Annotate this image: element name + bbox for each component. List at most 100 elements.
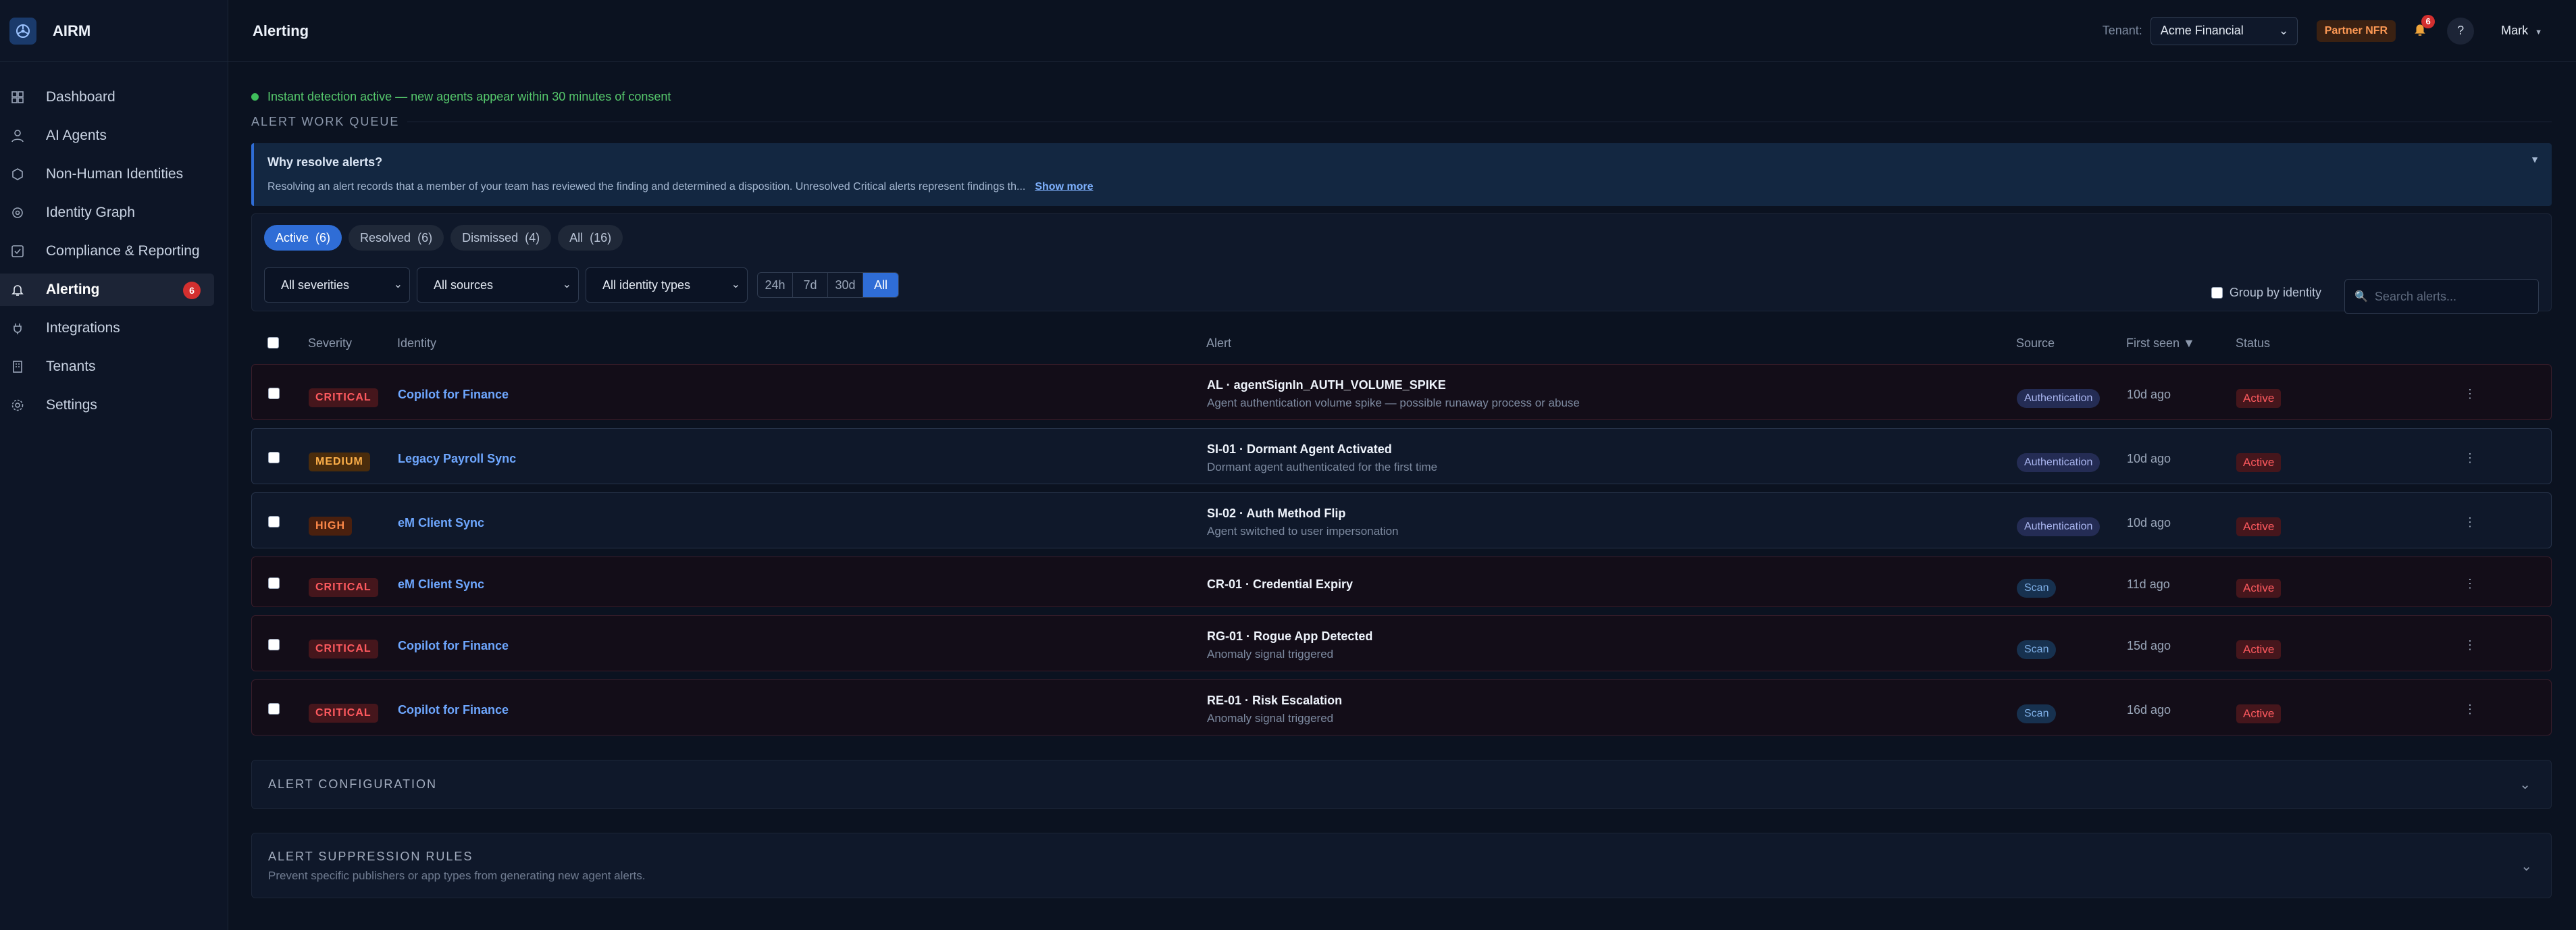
select-all-checkbox[interactable] bbox=[267, 337, 279, 348]
identity-link[interactable]: Copilot for Finance bbox=[398, 388, 509, 402]
identity-link[interactable]: eM Client Sync bbox=[398, 577, 484, 592]
tab-active[interactable]: Active (6) bbox=[264, 225, 342, 251]
tenant-select[interactable]: Acme Financial ⌄ bbox=[2150, 16, 2298, 45]
row-checkbox[interactable] bbox=[268, 388, 280, 399]
why-text: Resolving an alert records that a member… bbox=[267, 181, 2552, 193]
identity-type-select[interactable]: All identity types ⌄ bbox=[586, 267, 748, 303]
row-menu-icon[interactable]: ⋮ bbox=[2464, 387, 2476, 401]
alert-cell: CR-01 · Credential Expiry bbox=[1207, 577, 1353, 592]
notifications-button[interactable]: 6 bbox=[2409, 14, 2436, 42]
sidebar-item-label: Identity Graph bbox=[46, 205, 135, 220]
status-badge: Active bbox=[2236, 453, 2282, 472]
range-30d-button[interactable]: 30d bbox=[828, 273, 863, 297]
brand: AIRM bbox=[0, 0, 228, 62]
header-status[interactable]: Status bbox=[2236, 336, 2270, 351]
group-by-identity[interactable]: Group by identity bbox=[2211, 286, 2321, 300]
table-row[interactable]: MEDIUM Legacy Payroll Sync SI-01 · Dorma… bbox=[251, 428, 2552, 484]
row-menu-icon[interactable]: ⋮ bbox=[2464, 702, 2476, 717]
header-first-seen[interactable]: First seen ▼ bbox=[2126, 336, 2195, 351]
table-row[interactable]: CRITICAL eM Client Sync CR-01 · Credenti… bbox=[251, 557, 2552, 607]
show-more-link[interactable]: Show more bbox=[1035, 181, 1093, 192]
severity-badge: CRITICAL bbox=[309, 704, 378, 723]
checklist-icon bbox=[9, 243, 26, 259]
identity-link[interactable]: Legacy Payroll Sync bbox=[398, 452, 516, 466]
group-by-checkbox[interactable] bbox=[2211, 287, 2223, 299]
alert-cell: SI-01 · Dormant Agent Activated Dormant … bbox=[1207, 442, 1437, 474]
person-icon bbox=[9, 128, 26, 144]
status-badge: Active bbox=[2236, 579, 2282, 598]
severity-select[interactable]: All severities ⌄ bbox=[264, 267, 410, 303]
source-select[interactable]: All sources ⌄ bbox=[417, 267, 579, 303]
sidebar-item-label: Settings bbox=[46, 397, 97, 413]
status-badge: Active bbox=[2236, 389, 2282, 408]
table-row[interactable]: CRITICAL Copilot for Finance RG-01 · Rog… bbox=[251, 615, 2552, 671]
sidebar-item-tenants[interactable]: Tenants bbox=[0, 351, 214, 383]
row-checkbox[interactable] bbox=[268, 703, 280, 715]
tenant-value: Acme Financial bbox=[2160, 24, 2244, 37]
severity-badge: HIGH bbox=[309, 517, 352, 536]
sidebar-item-dashboard[interactable]: Dashboard bbox=[0, 81, 214, 113]
row-menu-icon[interactable]: ⋮ bbox=[2464, 638, 2476, 652]
row-checkbox[interactable] bbox=[268, 452, 280, 463]
topbar: Alerting Tenant: Acme Financial ⌄ Partne… bbox=[228, 0, 2576, 62]
page-title: Alerting bbox=[253, 22, 309, 39]
table-row[interactable]: CRITICAL Copilot for Finance RE-01 · Ris… bbox=[251, 679, 2552, 735]
alert-description: Agent authentication volume spike — poss… bbox=[1207, 396, 1580, 409]
tab-count: (6) bbox=[417, 230, 433, 244]
why-resolve-callout[interactable]: Why resolve alerts? Resolving an alert r… bbox=[251, 143, 2552, 206]
table-row[interactable]: HIGH eM Client Sync SI-02 · Auth Method … bbox=[251, 492, 2552, 548]
sidebar-item-identity-graph[interactable]: Identity Graph bbox=[0, 197, 214, 229]
sidebar-item-settings[interactable]: Settings bbox=[0, 389, 214, 421]
sidebar: AIRM Dashboard AI Agents Non-Human Ident… bbox=[0, 0, 228, 930]
header-source[interactable]: Source bbox=[2016, 336, 2055, 351]
source-badge: Authentication bbox=[2017, 389, 2101, 408]
tab-all[interactable]: All (16) bbox=[558, 225, 623, 251]
first-seen: 10d ago bbox=[2127, 388, 2171, 401]
first-seen: 10d ago bbox=[2127, 452, 2171, 465]
sidebar-item-compliance[interactable]: Compliance & Reporting bbox=[0, 235, 214, 267]
table-row[interactable]: CRITICAL Copilot for Finance AL · agentS… bbox=[251, 364, 2552, 420]
row-checkbox[interactable] bbox=[268, 577, 280, 589]
row-checkbox[interactable] bbox=[268, 639, 280, 650]
sidebar-item-integrations[interactable]: Integrations bbox=[0, 312, 214, 344]
row-menu-icon[interactable]: ⋮ bbox=[2464, 515, 2476, 529]
range-24h-button[interactable]: 24h bbox=[758, 273, 793, 297]
alert-count-badge: 6 bbox=[183, 282, 201, 299]
range-7d-button[interactable]: 7d bbox=[793, 273, 828, 297]
tab-dismissed[interactable]: Dismissed (4) bbox=[450, 225, 552, 251]
source-badge: Scan bbox=[2017, 579, 2057, 598]
alert-configuration-panel[interactable]: ALERT CONFIGURATION ⌄ bbox=[251, 760, 2552, 809]
status-badge: Active bbox=[2236, 704, 2282, 723]
identity-link[interactable]: eM Client Sync bbox=[398, 516, 484, 530]
header-severity[interactable]: Severity bbox=[308, 336, 352, 351]
sidebar-item-ai-agents[interactable]: AI Agents bbox=[0, 120, 214, 152]
app-name: AIRM bbox=[53, 22, 91, 39]
header-identity[interactable]: Identity bbox=[397, 336, 436, 351]
header-alert[interactable]: Alert bbox=[1206, 336, 1231, 351]
alert-title: AL · agentSignIn_AUTH_VOLUME_SPIKE bbox=[1207, 378, 1446, 392]
search-input[interactable]: 🔍 Search alerts... bbox=[2344, 279, 2539, 314]
sidebar-item-label: Dashboard bbox=[46, 89, 115, 105]
suppression-rules-panel[interactable]: ALERT SUPPRESSION RULES Prevent specific… bbox=[251, 833, 2552, 898]
first-seen: 15d ago bbox=[2127, 639, 2171, 652]
identity-link[interactable]: Copilot for Finance bbox=[398, 703, 509, 717]
caret-down-icon: ▼ bbox=[2535, 28, 2542, 36]
row-menu-icon[interactable]: ⋮ bbox=[2464, 577, 2476, 591]
help-button[interactable]: ? bbox=[2447, 17, 2475, 45]
tab-label: Active bbox=[276, 230, 309, 244]
collapse-icon[interactable]: ▼ bbox=[2530, 154, 2540, 165]
alert-cell: RG-01 · Rogue App Detected Anomaly signa… bbox=[1207, 629, 1372, 661]
first-seen: 11d ago bbox=[2127, 577, 2170, 591]
range-all-button[interactable]: All bbox=[863, 273, 898, 297]
row-menu-icon[interactable]: ⋮ bbox=[2464, 451, 2476, 465]
sidebar-item-alerting[interactable]: Alerting 6 bbox=[0, 274, 214, 306]
search-icon: 🔍 bbox=[2354, 291, 2368, 303]
tab-resolved[interactable]: Resolved (6) bbox=[349, 225, 444, 251]
status-badge: Active bbox=[2236, 640, 2282, 659]
sidebar-item-non-human-identities[interactable]: Non-Human Identities bbox=[0, 158, 214, 190]
row-checkbox[interactable] bbox=[268, 516, 280, 527]
identity-link[interactable]: Copilot for Finance bbox=[398, 639, 509, 653]
source-badge: Scan bbox=[2017, 640, 2057, 659]
alert-title: CR-01 · Credential Expiry bbox=[1207, 577, 1354, 591]
user-menu[interactable]: Mark ▼ bbox=[2501, 24, 2542, 38]
